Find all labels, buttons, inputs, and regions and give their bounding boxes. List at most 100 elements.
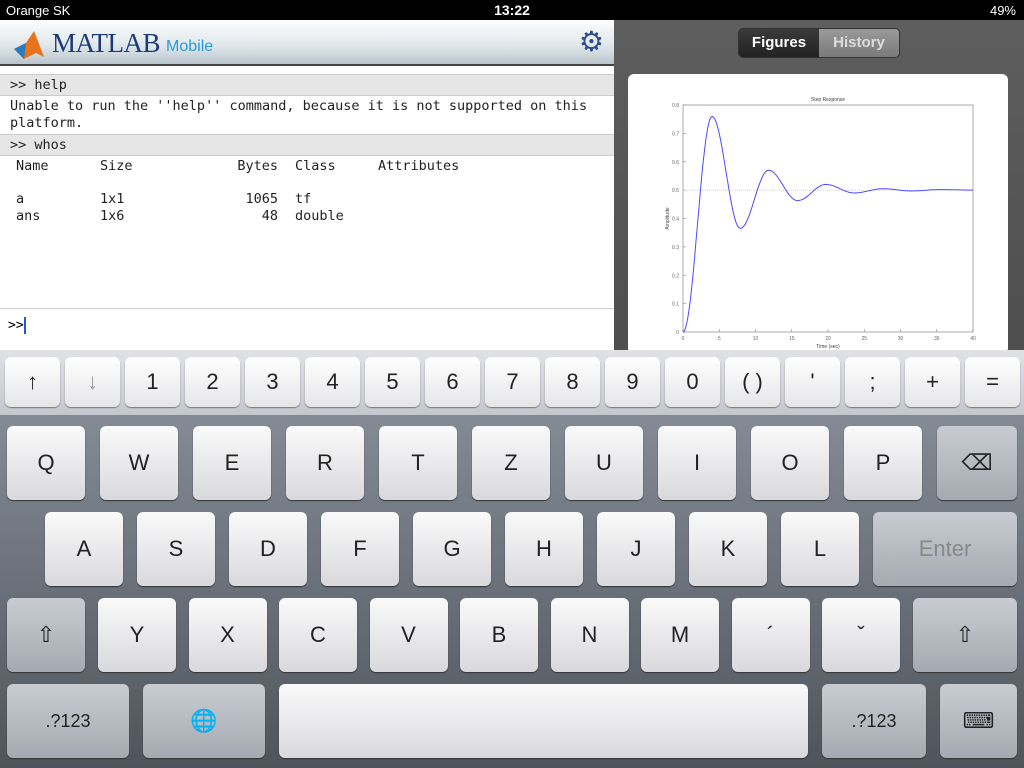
shift-key-right[interactable]: ⇧ — [913, 598, 1017, 672]
key-q[interactable]: Q — [7, 426, 85, 500]
x-tick-label: 25 — [861, 336, 867, 342]
x-tick-label: 40 — [970, 336, 976, 342]
numbers-key-right[interactable]: .?123 — [822, 684, 926, 758]
x-tick-label: 5 — [718, 336, 721, 342]
key-symbol[interactable]: 6 — [425, 357, 480, 407]
y-axis-label: Amplitude — [665, 207, 671, 229]
key-history-up[interactable]: ↑ — [5, 357, 60, 407]
y-tick-label: 0.5 — [672, 188, 679, 194]
key-i[interactable]: I — [658, 426, 736, 500]
globe-icon[interactable]: 🌐 — [143, 684, 265, 758]
x-tick-label: 30 — [898, 336, 904, 342]
key-1[interactable]: X — [188, 598, 267, 672]
key-p[interactable]: P — [844, 426, 922, 500]
y-tick-label: 0.7 — [672, 131, 679, 137]
keyboard-hide-icon[interactable]: ⌨ — [940, 684, 1017, 758]
chart-title: Step Response — [811, 97, 845, 103]
step-response-line — [682, 115, 973, 333]
key-g[interactable]: G — [413, 512, 491, 586]
key-7[interactable]: ´ — [731, 598, 810, 672]
key-h[interactable]: H — [505, 512, 583, 586]
clock: 13:22 — [494, 2, 530, 18]
app-header: MATLAB Mobile ⚙ — [0, 20, 614, 66]
whos-header: Class — [295, 158, 336, 174]
whos-header: Name — [16, 158, 49, 174]
matlab-membrane-icon — [14, 30, 44, 59]
tab-history[interactable]: History — [819, 29, 899, 57]
matlab-logo: MATLAB Mobile — [12, 28, 213, 59]
key-symbol[interactable]: 5 — [365, 357, 420, 407]
gear-icon[interactable]: ⚙ — [579, 28, 604, 56]
whos-cell: ans — [16, 208, 41, 224]
key-5[interactable]: N — [550, 598, 629, 672]
shift-key-left[interactable]: ⇧ — [7, 598, 85, 672]
key-symbol[interactable]: ; — [845, 357, 900, 407]
key-symbol[interactable]: = — [965, 357, 1020, 407]
key-u[interactable]: U — [565, 426, 643, 500]
whos-cell: 48 — [261, 208, 278, 224]
key-z[interactable]: Z — [472, 426, 550, 500]
x-tick-label: 10 — [753, 336, 759, 342]
tab-figures[interactable]: Figures — [739, 29, 819, 57]
key-symbol[interactable]: 1 — [125, 357, 180, 407]
space-bar[interactable] — [279, 684, 808, 758]
key-symbol[interactable]: 3 — [245, 357, 300, 407]
whos-header: Bytes — [237, 158, 278, 174]
backspace-key[interactable]: ⌫ — [937, 426, 1017, 500]
text-caret — [23, 317, 26, 334]
key-symbol[interactable]: 7 — [485, 357, 540, 407]
key-a[interactable]: A — [45, 512, 123, 586]
y-tick-label: 0.3 — [672, 245, 679, 251]
whos-header: Attributes — [378, 158, 460, 174]
key-symbol[interactable]: 2 — [185, 357, 240, 407]
key-o[interactable]: O — [751, 426, 829, 500]
y-tick-label: 0.2 — [672, 273, 679, 279]
number-row: ↑ ↓ 1 2 3 4 5 6 7 8 9 0( ) '; + = — [0, 350, 1024, 416]
key-6[interactable]: M — [641, 598, 719, 672]
key-4[interactable]: B — [460, 598, 538, 672]
console-output: >> help Unable to run the ''help'' comma… — [0, 74, 614, 276]
x-tick-label: 35 — [934, 336, 940, 342]
whos-cell: 1065 — [245, 191, 278, 207]
figure-card[interactable]: 0 5 10 15 20 25 30 35 40 0 0.1 0.2 0.3 0.4 0.5 0.6 0.7 0.… — [628, 74, 1008, 354]
key-2[interactable]: C — [279, 598, 357, 672]
x-tick-label: 20 — [825, 336, 831, 342]
enter-key[interactable]: Enter — [873, 512, 1017, 586]
y-tick-label: 0.4 — [672, 217, 679, 223]
key-f[interactable]: F — [321, 512, 399, 586]
key-l[interactable]: L — [781, 512, 859, 586]
key-3[interactable]: V — [369, 598, 448, 672]
key-j[interactable]: J — [597, 512, 675, 586]
x-tick-label: 0 — [682, 336, 685, 342]
key-symbol[interactable]: 8 — [545, 357, 600, 407]
key-w[interactable]: W — [100, 426, 178, 500]
numbers-key-left[interactable]: .?123 — [7, 684, 129, 758]
key-t[interactable]: T — [379, 426, 457, 500]
key-d[interactable]: D — [229, 512, 307, 586]
command-line: >> whos — [0, 134, 614, 156]
keyboard: ↑ ↓ 1 2 3 4 5 6 7 8 9 0( ) '; + = Q W E R T Z U I O P ⌫ A S D F G H J K L… — [0, 350, 1024, 768]
command-input[interactable]: >> — [0, 308, 614, 350]
key-symbol[interactable]: ( ) — [725, 357, 780, 407]
whos-cell: 1x6 — [100, 208, 125, 224]
key-0[interactable]: Y — [98, 598, 176, 672]
key-symbol[interactable]: 9 — [605, 357, 660, 407]
key-r[interactable]: R — [286, 426, 364, 500]
key-e[interactable]: E — [193, 426, 271, 500]
key-s[interactable]: S — [137, 512, 215, 586]
key-8[interactable]: ˇ — [822, 598, 900, 672]
figures-pane: Figures History 0 5 10 15 20 25 30 35 40 0 0.1 0.2 0… — [614, 20, 1024, 354]
whos-cell: double — [295, 208, 344, 224]
y-tick-label: 0.8 — [672, 103, 679, 109]
figures-history-toggle: Figures History — [738, 28, 900, 58]
whos-cell: a — [16, 191, 25, 207]
y-tick-label: 0 — [676, 330, 679, 336]
command-pane: MATLAB Mobile ⚙ >> help Unable to run th… — [0, 20, 614, 350]
key-symbol[interactable]: ' — [785, 357, 840, 407]
key-symbol[interactable]: + — [905, 357, 960, 407]
key-k[interactable]: K — [689, 512, 767, 586]
y-tick-label: 0.6 — [672, 160, 679, 166]
key-history-down[interactable]: ↓ — [65, 357, 120, 407]
key-symbol[interactable]: 0 — [665, 357, 720, 407]
key-symbol[interactable]: 4 — [305, 357, 360, 407]
